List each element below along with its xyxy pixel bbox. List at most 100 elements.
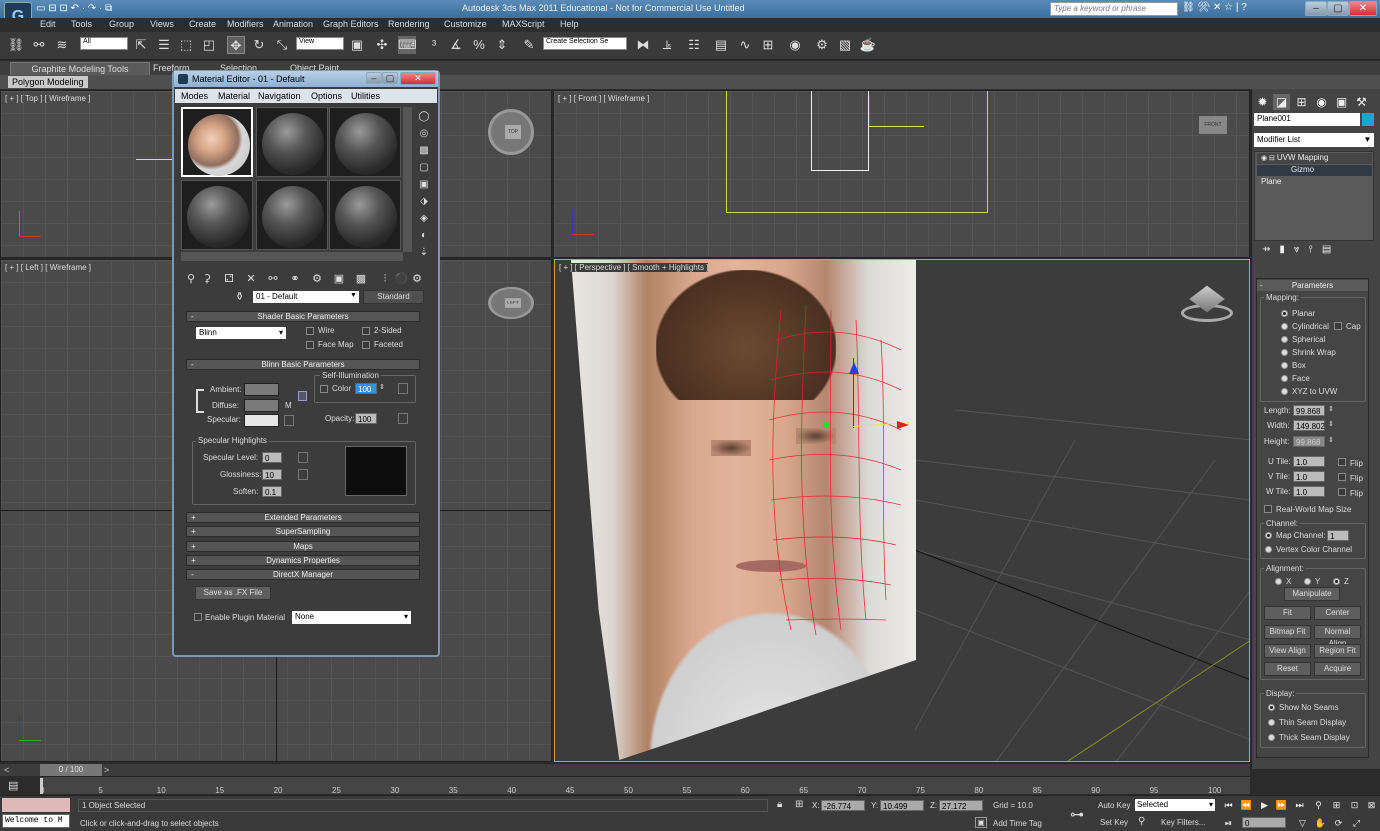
- v-tile-spinner[interactable]: 1.0: [1293, 471, 1325, 482]
- viewcube-perspective[interactable]: [1181, 284, 1233, 324]
- key-filter-icon[interactable]: ⚲: [1138, 816, 1145, 827]
- vertex-color-channel-radio[interactable]: [1265, 546, 1272, 553]
- rollout-maps[interactable]: + Maps: [186, 541, 420, 552]
- object-name-field[interactable]: Plane001: [1254, 113, 1360, 126]
- zoom-icon[interactable]: ⚲: [1312, 799, 1325, 811]
- current-frame-field[interactable]: 0: [1242, 817, 1286, 828]
- menu-help[interactable]: Help: [560, 19, 579, 29]
- play-icon[interactable]: ▶: [1258, 799, 1271, 811]
- set-key-icon[interactable]: ⊶: [1070, 806, 1084, 823]
- mated-menu-material[interactable]: Material: [218, 91, 250, 101]
- angle-snap-icon[interactable]: ∡: [447, 36, 465, 54]
- keyboard-shortcut-icon[interactable]: ⌨: [398, 36, 417, 54]
- auto-key-button[interactable]: Auto Key: [1098, 801, 1130, 810]
- selection-filter-dropdown[interactable]: All: [80, 37, 128, 50]
- move-icon[interactable]: ✥: [227, 36, 245, 54]
- hierarchy-tab-icon[interactable]: ⊞: [1293, 94, 1310, 110]
- time-tag-icon[interactable]: ▣: [975, 817, 987, 828]
- manipulate-button[interactable]: Manipulate: [1284, 587, 1340, 601]
- modify-tab-icon[interactable]: ◪: [1273, 94, 1290, 110]
- menu-views[interactable]: Views: [150, 19, 174, 29]
- viewport-perspective-label[interactable]: [ + ] [ Perspective ] [ Smooth + Highlig…: [559, 263, 709, 272]
- menu-graph-editors[interactable]: Graph Editors: [323, 19, 379, 29]
- x-coord-field[interactable]: -26.774: [821, 800, 865, 811]
- xyz-to-uvw-radio[interactable]: [1281, 388, 1288, 395]
- render-production-icon[interactable]: ☕: [859, 36, 877, 54]
- quick-access-toolbar[interactable]: ▭ ⊟ ⊡ ↶ · ↷ · ⧉: [36, 3, 112, 14]
- specular-level-spinner[interactable]: 0: [262, 452, 282, 463]
- view-align-button[interactable]: View Align: [1264, 644, 1311, 658]
- schematic-view-icon[interactable]: ⊞: [759, 36, 777, 54]
- material-name-field[interactable]: 01 - Default: [253, 291, 359, 303]
- faceted-checkbox[interactable]: [362, 341, 370, 349]
- zoom-all-icon[interactable]: ⊞: [1330, 799, 1343, 811]
- mated-menu-options[interactable]: Options: [311, 91, 342, 101]
- percent-snap-icon[interactable]: %: [470, 36, 488, 54]
- maximize-viewport-icon[interactable]: ⤢: [1350, 817, 1363, 829]
- enable-plugin-checkbox[interactable]: [194, 613, 202, 621]
- viewport-front-label[interactable]: [ + ] [ Front ] [ Wireframe ]: [558, 94, 649, 103]
- real-world-map-size-checkbox[interactable]: [1264, 505, 1272, 513]
- y-coord-field[interactable]: 10.499: [880, 800, 924, 811]
- center-button[interactable]: Center: [1314, 606, 1361, 620]
- menu-animation[interactable]: Animation: [273, 19, 313, 29]
- lock-ambient-diffuse-icon[interactable]: [196, 389, 204, 413]
- region-fit-button[interactable]: Region Fit: [1314, 644, 1361, 658]
- time-slider[interactable]: 0 / 100: [40, 764, 102, 776]
- material-name-dropdown-icon[interactable]: ▼: [348, 292, 359, 303]
- height-spinner[interactable]: 99.868: [1293, 436, 1325, 447]
- utilities-tab-icon[interactable]: ⚒: [1353, 94, 1370, 110]
- mated-menu-utilities[interactable]: Utilities: [351, 91, 380, 101]
- spherical-radio[interactable]: [1281, 336, 1288, 343]
- go-to-end-icon[interactable]: ⏭: [1293, 799, 1306, 811]
- spinner-snap-icon[interactable]: ⇕: [493, 36, 511, 54]
- polygon-modeling-tab[interactable]: Polygon Modeling: [8, 76, 88, 88]
- mated-maximize-button[interactable]: ▢: [382, 72, 398, 84]
- parameters-rollout-header[interactable]: - Parameters: [1257, 280, 1368, 291]
- box-radio[interactable]: [1281, 362, 1288, 369]
- face-map-checkbox[interactable]: [306, 341, 314, 349]
- align-x-radio[interactable]: [1275, 578, 1282, 585]
- stack-controls[interactable]: ⇸▮⩔⫯▤: [1254, 244, 1374, 264]
- self-illum-spinner-arrows[interactable]: ⇕: [379, 383, 385, 391]
- self-illum-map-button[interactable]: [398, 383, 408, 394]
- pivot-center-icon[interactable]: ▣: [348, 36, 366, 54]
- w-tile-spinner[interactable]: 1.0: [1293, 486, 1325, 497]
- u-tile-spinner[interactable]: 1.0: [1293, 456, 1325, 467]
- shrink-wrap-radio[interactable]: [1281, 349, 1288, 356]
- mini-curve-editor-icon[interactable]: ▤: [8, 779, 18, 792]
- opacity-spinner[interactable]: 100: [355, 413, 377, 424]
- maxscript-mini-listener[interactable]: Welcome to M: [2, 814, 70, 828]
- rollout-blinn-basic[interactable]: - Blinn Basic Parameters: [186, 359, 420, 370]
- viewport-top-label[interactable]: [ + ] [ Top ] [ Wireframe ]: [5, 94, 90, 103]
- make-unique-icon[interactable]: ⚯: [266, 272, 280, 286]
- bind-spacewarp-icon[interactable]: ≋: [53, 36, 71, 54]
- tab-graphite-modeling-tools[interactable]: Graphite Modeling Tools: [10, 62, 150, 76]
- planar-radio[interactable]: [1281, 310, 1288, 317]
- rollout-supersampling[interactable]: + SuperSampling: [186, 526, 420, 537]
- curve-editor-icon[interactable]: ∿: [736, 36, 754, 54]
- height-spinner-arrows[interactable]: ⇕: [1328, 436, 1334, 444]
- width-spinner-arrows[interactable]: ⇕: [1328, 420, 1334, 428]
- rollout-dynamics-properties[interactable]: + Dynamics Properties: [186, 555, 420, 566]
- object-color-swatch[interactable]: [1362, 113, 1374, 126]
- material-slot-1[interactable]: [181, 107, 253, 177]
- go-forward-sibling-icon[interactable]: ⚫: [394, 272, 408, 286]
- put-to-scene-icon[interactable]: ⚳: [200, 272, 214, 286]
- map-channel-spinner[interactable]: 1: [1327, 530, 1349, 541]
- menu-create[interactable]: Create: [189, 19, 216, 29]
- specular-color-swatch[interactable]: [244, 414, 279, 427]
- menu-edit[interactable]: Edit: [40, 19, 56, 29]
- align-icon[interactable]: ⫡: [658, 36, 676, 54]
- stack-item-gizmo[interactable]: Gizmo: [1257, 165, 1372, 176]
- material-effects-icon[interactable]: ⚙: [410, 272, 424, 286]
- previous-frame-icon[interactable]: ⏪: [1240, 799, 1253, 811]
- diffuse-color-swatch[interactable]: [244, 399, 279, 412]
- select-manipulate-icon[interactable]: ✣: [373, 36, 391, 54]
- layer-manager-icon[interactable]: ☷: [685, 36, 703, 54]
- rollout-extended-parameters[interactable]: + Extended Parameters: [186, 512, 420, 523]
- unlink-icon[interactable]: ⚯: [30, 36, 48, 54]
- v-flip-checkbox[interactable]: [1338, 473, 1346, 481]
- zoom-extents-all-icon[interactable]: ⊠: [1365, 799, 1378, 811]
- window-crossing-icon[interactable]: ◰: [200, 36, 218, 54]
